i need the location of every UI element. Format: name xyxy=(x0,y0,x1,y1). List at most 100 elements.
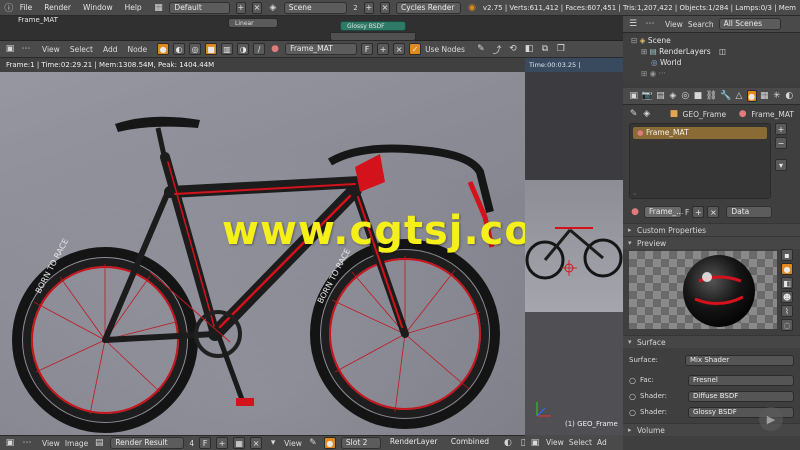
fac-input-select[interactable]: Fresnel xyxy=(687,374,794,386)
menu-add[interactable]: Add xyxy=(103,45,118,54)
scene-icon[interactable]: ◈ xyxy=(668,90,677,102)
display-mode-select[interactable]: All Scenes xyxy=(718,18,781,30)
list-resize-handle[interactable]: ◦ xyxy=(633,191,767,198)
menu-search[interactable]: Search xyxy=(688,20,714,29)
add-scene-button[interactable]: + xyxy=(363,1,374,14)
outliner-tree[interactable]: ⊟ ◈ Scene ⊞ ▤ RenderLayers ◫ ◎ World ⊞ ◉… xyxy=(623,33,800,81)
menu-render[interactable]: Render xyxy=(44,3,71,12)
editor-type-icon[interactable]: ▣ xyxy=(4,437,16,449)
preview-cube-icon[interactable]: ◧ xyxy=(781,277,793,289)
material-slot-list[interactable]: ● Frame_MAT ◦ xyxy=(629,123,771,199)
unlink-material-button[interactable]: × xyxy=(393,43,406,55)
node-editor-canvas[interactable]: Frame_MAT Linear Glossy BSDF xyxy=(0,16,623,41)
particles-icon[interactable]: ✳ xyxy=(772,90,781,102)
material-slot-item[interactable]: ● Frame_MAT xyxy=(633,127,767,139)
use-nodes-checkbox[interactable]: ✓ xyxy=(409,43,422,55)
open-image-button[interactable]: ▦ xyxy=(233,437,246,449)
render-pass-select[interactable]: Combined xyxy=(447,437,497,449)
collapse-menus-icon[interactable]: ⋯ xyxy=(21,437,33,449)
screen-layout-field[interactable]: Default xyxy=(169,1,230,14)
surface-shader-select[interactable]: Mix Shader xyxy=(685,354,794,366)
pin-image-icon[interactable]: ✎ xyxy=(307,437,319,449)
menu-view[interactable]: View xyxy=(665,20,683,29)
menu-image[interactable]: Image xyxy=(65,439,89,448)
texture-nodes-icon[interactable]: ▥ xyxy=(221,43,234,55)
panel-preview[interactable]: Preview xyxy=(623,236,800,250)
render-layer-select[interactable]: RenderLayer xyxy=(386,437,442,449)
copy-icon[interactable]: ❐ xyxy=(555,43,567,55)
node-linear[interactable]: Linear xyxy=(228,18,278,28)
backdrop-icon[interactable]: ⧉ xyxy=(539,43,551,55)
display-channels-icon[interactable]: ● xyxy=(323,437,336,449)
add-material-button[interactable]: + xyxy=(377,43,390,55)
snap-icon[interactable]: ⟲ xyxy=(507,43,519,55)
fake-user-button[interactable]: F xyxy=(361,43,374,55)
material-name-field[interactable]: Frame_... xyxy=(644,206,683,218)
info-editor-icon[interactable]: ⓘ xyxy=(4,2,14,14)
render-icon[interactable]: 📷 xyxy=(641,90,652,102)
preview-hair-icon[interactable]: ⌇ xyxy=(781,305,793,317)
collapse-menus-icon[interactable]: ⋯ xyxy=(20,43,32,55)
collapse-menus-icon[interactable]: ⋯ xyxy=(644,18,656,30)
pin-icon[interactable]: ✎ xyxy=(475,43,487,55)
world-icon[interactable]: ◎ xyxy=(681,90,690,102)
menu-add[interactable]: Ad xyxy=(597,438,607,447)
snap-element-icon[interactable]: ◧ xyxy=(523,43,535,55)
menu-view[interactable]: View xyxy=(546,438,564,447)
menu-window[interactable]: Window xyxy=(83,3,113,12)
outliner-editor-icon[interactable]: ☰ xyxy=(627,18,639,30)
line-style-icon[interactable]: / xyxy=(253,43,266,55)
compositing-nodes-icon[interactable]: ◑ xyxy=(237,43,250,55)
constraints-icon[interactable]: ⛓ xyxy=(706,90,717,102)
render-layers-icon[interactable]: ▤ xyxy=(656,90,665,102)
world-nodes-icon[interactable]: ◎ xyxy=(189,43,202,55)
go-to-parent-icon[interactable]: ⤴ xyxy=(491,43,503,56)
material-shader-icon[interactable]: ■ xyxy=(205,43,218,55)
preview-monkey-icon[interactable]: ☻ xyxy=(781,291,793,303)
menu-select[interactable]: Select xyxy=(569,438,592,447)
node-body[interactable] xyxy=(330,32,416,41)
preview-flat-icon[interactable]: ▪ xyxy=(781,249,793,261)
shader1-select[interactable]: Diffuse BSDF xyxy=(687,390,794,402)
material-browse-icon[interactable]: ● xyxy=(629,206,641,218)
remove-scene-button[interactable]: × xyxy=(379,1,390,14)
link-select[interactable]: Data xyxy=(726,206,773,218)
menu-select[interactable]: Select xyxy=(70,45,93,54)
scene-field[interactable]: Scene xyxy=(283,1,348,14)
fake-user-button[interactable]: F xyxy=(199,437,212,449)
panel-custom-properties[interactable]: Custom Properties xyxy=(623,223,800,237)
properties-editor-icon[interactable]: ▣ xyxy=(629,90,638,102)
unlink-material-button[interactable]: × xyxy=(707,206,720,218)
unlink-image-button[interactable]: × xyxy=(250,437,263,449)
object-icon[interactable]: ■ xyxy=(693,90,703,102)
render-engine-select[interactable]: Cycles Render xyxy=(395,1,462,14)
editor-type-icon[interactable]: ▣ xyxy=(4,43,16,55)
add-layout-button[interactable]: + xyxy=(235,1,246,14)
channels-rgb-icon[interactable]: ◐ xyxy=(502,437,514,449)
3d-viewport[interactable]: Time:00:03.25 | Mem:1270.0 (1) GEO_Frame xyxy=(525,58,623,435)
play-overlay-icon[interactable]: ▶ xyxy=(759,407,783,431)
preview-sky-icon[interactable]: ◌ xyxy=(781,319,793,331)
material-field[interactable]: Frame_MAT xyxy=(285,43,358,55)
editor-type-icon[interactable]: ▣ xyxy=(529,437,541,449)
add-slot-button[interactable]: + xyxy=(775,123,787,135)
physics-icon[interactable]: ◐ xyxy=(785,90,794,102)
pin-icon[interactable]: ✎ xyxy=(629,108,638,120)
menu-view[interactable]: View xyxy=(42,45,60,54)
remove-layout-button[interactable]: × xyxy=(251,1,262,14)
remove-slot-button[interactable]: − xyxy=(775,137,787,149)
shader-nodes-icon[interactable]: ● xyxy=(157,43,170,55)
modifiers-icon[interactable]: 🔧 xyxy=(720,90,731,102)
object-nodes-icon[interactable]: ◐ xyxy=(173,43,186,55)
add-material-button[interactable]: + xyxy=(692,206,705,218)
menu-node[interactable]: Node xyxy=(127,45,147,54)
material-icon[interactable]: ● xyxy=(746,90,757,102)
slot-specials-button[interactable]: ▾ xyxy=(775,159,787,171)
outliner-item-world[interactable]: ◎ World xyxy=(627,57,796,68)
outliner-item-scene[interactable]: ⊟ ◈ Scene xyxy=(627,35,796,46)
texture-icon[interactable]: ▦ xyxy=(760,90,769,102)
slot-select[interactable]: Slot 2 xyxy=(340,437,381,449)
image-field[interactable]: Render Result xyxy=(110,437,185,449)
new-image-button[interactable]: + xyxy=(216,437,229,449)
menu-file[interactable]: File xyxy=(20,3,33,12)
